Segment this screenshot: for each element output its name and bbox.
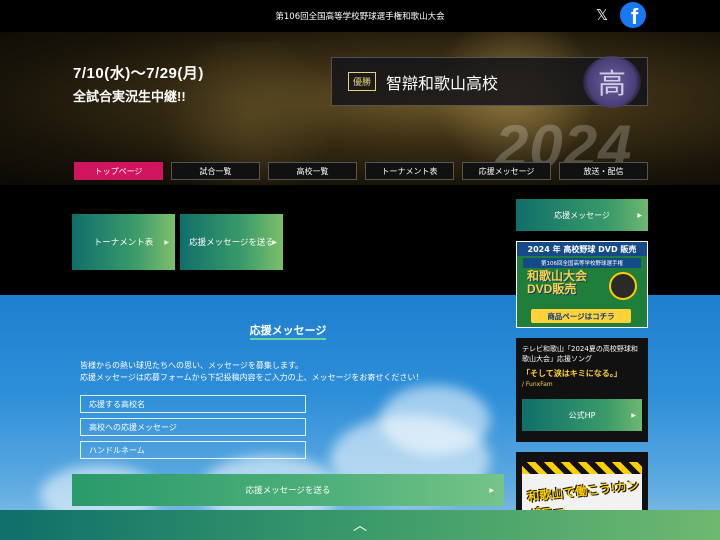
send-message-button[interactable]: 応援メッセージを送る ▶: [72, 474, 504, 506]
dvd-subtitle: 第106回全国高等学校野球選手権: [523, 258, 641, 268]
tournament-button[interactable]: トーナメント表 ▶: [72, 214, 175, 270]
arrow-right-icon: ▶: [272, 238, 277, 246]
official-hp-button[interactable]: 公式HP ▶: [522, 399, 642, 431]
message-description: 皆様からの熱い球児たちへの思い、メッセージを募集します。 応援メッセージは応募フ…: [80, 360, 423, 384]
song-description: テレビ和歌山「2024夏の高校野球和歌山大会」応援ソング: [522, 345, 638, 363]
description-line-2: 応援メッセージは応募フォームから下記投稿内容をご入力の上、メッセージをお寄せくだ…: [80, 373, 424, 382]
official-hp-label: 公式HP: [568, 410, 596, 420]
send-message-quick-label: 応援メッセージを送る: [189, 238, 274, 248]
winner-banner: 優勝 智辯和歌山高校 高: [331, 56, 648, 108]
facebook-icon[interactable]: f: [620, 2, 646, 28]
back-to-top-bar[interactable]: ︿: [0, 510, 720, 540]
message-section-title: 応援メッセージ: [249, 324, 327, 337]
live-broadcast-text: 全試合実況生中継!!: [73, 89, 186, 104]
arrow-right-icon: ▶: [637, 211, 642, 219]
mascot-icon: [609, 272, 637, 300]
arrow-right-icon: ▶: [631, 411, 636, 419]
tab-broadcast[interactable]: 放送・配信: [559, 162, 648, 180]
field-school-message: 高校への応援メッセージ: [80, 418, 306, 436]
dvd-header: 2024 年 高校野球 DVD 販売: [517, 242, 647, 256]
song-name: 「そして涙はキミになる。」: [522, 369, 622, 378]
dvd-cta[interactable]: 商品ページはコチラ: [531, 309, 631, 323]
field-school-name: 応援する高校名: [80, 395, 306, 413]
arrow-right-icon: ▶: [489, 486, 494, 494]
school-emblem-icon: 高: [583, 56, 641, 108]
send-message-quick-button[interactable]: 応援メッセージを送る ▶: [180, 214, 283, 270]
chevron-up-icon[interactable]: ︿: [353, 515, 367, 535]
arrow-right-icon: ▶: [164, 238, 169, 246]
tab-school-list[interactable]: 高校一覧: [268, 162, 357, 180]
tab-tournament[interactable]: トーナメント表: [365, 162, 454, 180]
title-underline: [250, 338, 326, 340]
site-title: 第106回全国高等学校野球選手権和歌山大会: [275, 12, 445, 22]
sidebar-message-label: 応援メッセージ: [554, 210, 610, 220]
support-song-box: テレビ和歌山「2024夏の高校野球和歌山大会」応援ソング 「そして涙はキミになる…: [516, 338, 648, 442]
send-message-label: 応援メッセージを送る: [245, 486, 331, 496]
winner-badge: 優勝: [348, 72, 377, 91]
x-icon[interactable]: 𝕏: [593, 6, 611, 24]
song-artist: / FunxFam: [522, 381, 553, 388]
tab-messages[interactable]: 応援メッセージ: [462, 162, 551, 180]
main-nav: トップページ 試合一覧 高校一覧 トーナメント表 応援メッセージ 放送・配信: [74, 162, 648, 180]
winner-school: 智辯和歌山高校: [386, 73, 499, 93]
field-handle-name: ハンドルネーム: [80, 441, 306, 459]
sidebar-message-button[interactable]: 応援メッセージ ▶: [516, 199, 648, 231]
caution-stripe: [522, 462, 642, 474]
dvd-sale-banner[interactable]: 2024 年 高校野球 DVD 販売 第106回全国高等学校野球選手権 和歌山大…: [516, 241, 648, 328]
tab-match-list[interactable]: 試合一覧: [171, 162, 260, 180]
tournament-dates: 7/10(水)〜7/29(月): [73, 65, 204, 82]
tab-top-page[interactable]: トップページ: [74, 162, 163, 180]
top-bar: 第106回全国高等学校野球選手権和歌山大会 𝕏 f: [0, 0, 720, 32]
description-line-1: 皆様からの熱い球児たちへの思い、メッセージを募集します。: [80, 361, 304, 370]
tournament-button-label: トーナメント表: [93, 238, 154, 248]
